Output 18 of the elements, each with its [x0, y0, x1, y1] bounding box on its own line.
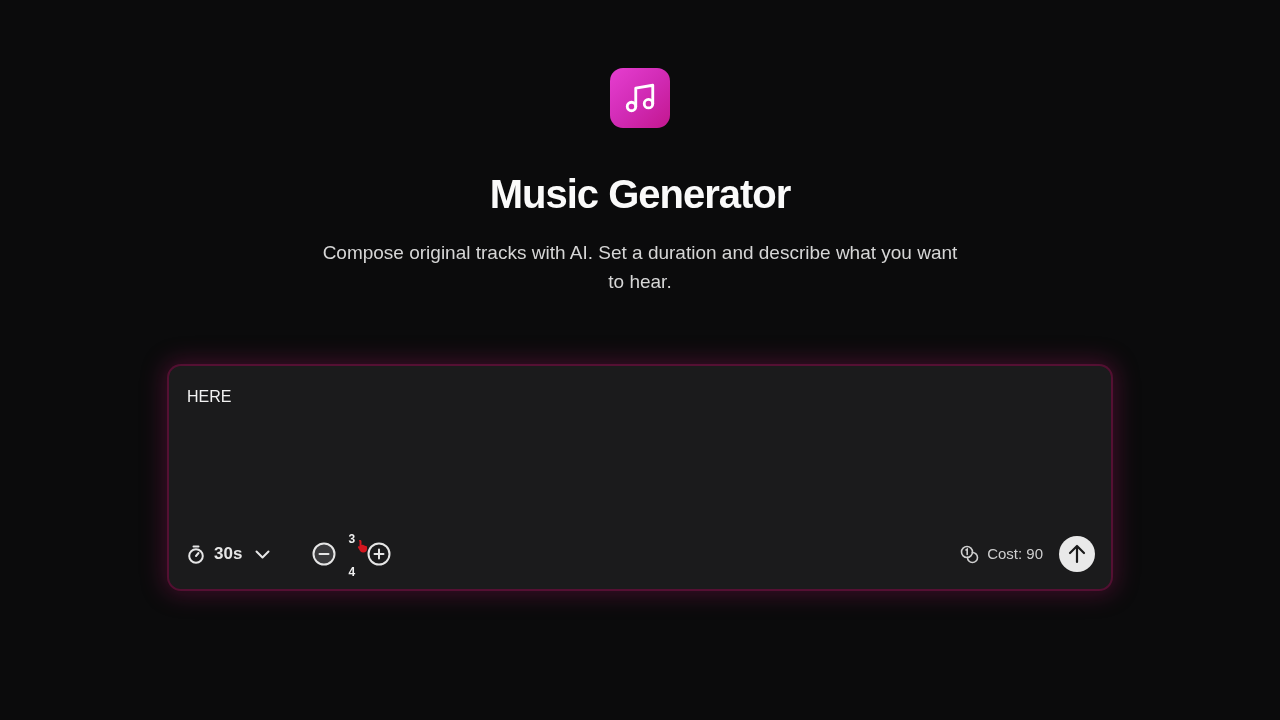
music-note-icon	[610, 68, 670, 128]
decrease-button[interactable]	[312, 542, 337, 566]
duration-dropdown[interactable]: 30s	[187, 541, 271, 567]
increase-button[interactable]	[367, 542, 392, 566]
arrow-up-icon	[1068, 544, 1086, 564]
minus-circle-icon	[312, 542, 337, 566]
page-subtitle: Compose original tracks with AI. Set a duration and describe what you want to hear.	[321, 241, 959, 294]
plus-circle-icon	[367, 542, 392, 566]
coins-icon	[960, 544, 980, 564]
count-digit: 4	[348, 566, 356, 578]
page-title: Music Generator	[489, 172, 791, 216]
cost-label: Cost: 90	[987, 543, 1043, 564]
count-digit: 3	[348, 533, 356, 545]
pointer-cursor-icon	[357, 539, 370, 553]
stopwatch-icon	[187, 544, 205, 564]
chevron-down-icon	[255, 549, 271, 559]
prompt-input-panel[interactable]: HERE 30s 3 4 Cost: 90	[169, 366, 1111, 589]
send-button[interactable]	[1059, 536, 1095, 572]
